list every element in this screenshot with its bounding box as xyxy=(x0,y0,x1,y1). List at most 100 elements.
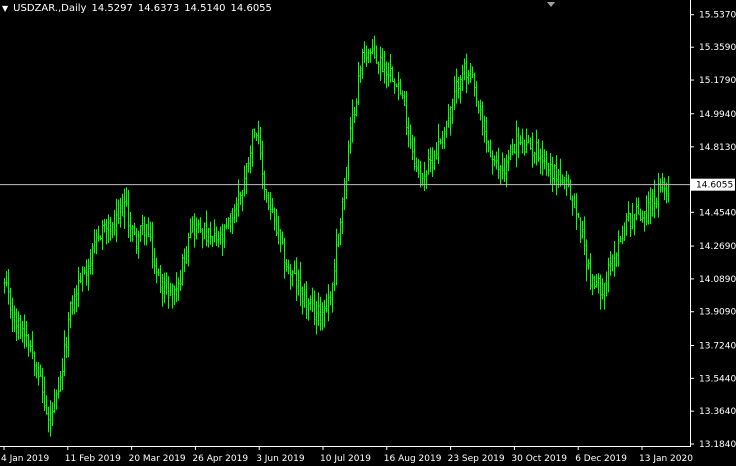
ohlc-bar xyxy=(473,72,476,97)
ohlc-bar xyxy=(239,191,242,206)
ohlc-bar xyxy=(325,293,328,313)
ohlc-bar xyxy=(85,259,88,286)
ohlc-bar xyxy=(535,129,538,166)
ohlc-high: 14.6373 xyxy=(137,3,180,14)
ohlc-bar xyxy=(651,189,654,217)
ohlc-bar xyxy=(31,331,34,360)
ohlc-bar xyxy=(109,216,112,241)
ohlc-bar xyxy=(93,229,96,254)
ohlc-bar xyxy=(257,120,260,145)
ohlc-bar xyxy=(137,230,140,259)
ohlc-bar xyxy=(409,124,412,149)
ohlc-bar xyxy=(609,251,612,276)
ohlc-bar xyxy=(401,90,404,100)
ohlc-bar xyxy=(89,249,92,275)
ohlc-bar xyxy=(313,290,316,326)
ohlc-bar xyxy=(529,137,532,150)
ohlc-bar xyxy=(279,229,282,253)
ohlc-bar xyxy=(655,197,658,209)
ohlc-bar xyxy=(343,178,346,210)
ohlc-bar xyxy=(121,193,124,217)
ohlc-bar xyxy=(569,179,572,201)
ohlc-bar xyxy=(591,274,594,296)
ohlc-bar xyxy=(113,209,116,236)
ohlc-bar xyxy=(573,193,576,209)
ohlc-bar xyxy=(175,272,178,303)
y-tick-label: 14.4540 xyxy=(699,208,736,218)
ohlc-bar xyxy=(99,235,102,241)
ohlc-bar xyxy=(563,176,566,190)
ohlc-bar xyxy=(481,101,484,136)
dropdown-triangle-icon[interactable]: ▼ xyxy=(2,4,8,13)
ohlc-bar xyxy=(79,272,82,284)
ohlc-bar xyxy=(331,282,334,313)
ohlc-bar xyxy=(603,282,606,310)
ohlc-bar xyxy=(561,174,564,186)
ohlc-bar xyxy=(589,253,592,290)
ohlc-bar xyxy=(545,151,548,176)
ohlc-bar xyxy=(223,224,226,249)
ohlc-bar xyxy=(657,172,660,218)
ohlc-bar xyxy=(73,288,76,315)
ohlc-bar xyxy=(119,197,122,228)
x-tick-label: 10 Jul 2019 xyxy=(320,454,371,464)
ohlc-bar xyxy=(633,214,636,236)
ohlc-bar xyxy=(231,207,234,234)
ohlc-bar xyxy=(33,351,36,377)
ohlc-bar xyxy=(47,406,50,433)
ohlc-bar xyxy=(311,287,314,313)
ohlc-bar xyxy=(583,216,586,255)
ohlc-bar xyxy=(297,269,300,296)
ohlc-bar xyxy=(467,69,470,85)
ohlc-bar xyxy=(115,198,118,243)
ohlc-bar xyxy=(605,271,608,297)
ohlc-bar xyxy=(289,264,292,290)
ohlc-bar xyxy=(503,157,506,182)
ohlc-bar xyxy=(637,197,640,215)
ohlc-bar xyxy=(555,155,558,196)
ohlc-bar xyxy=(141,214,144,236)
ohlc-bar xyxy=(159,265,162,294)
ohlc-bar xyxy=(523,139,526,156)
ohlc-bar xyxy=(291,270,294,287)
ohlc-bar xyxy=(571,195,574,216)
ohlc-bar xyxy=(623,222,626,241)
ohlc-bar xyxy=(451,98,454,124)
ohlc-bar xyxy=(149,221,152,242)
ohlc-bar xyxy=(515,120,518,168)
price-chart[interactable]: 15.5370 15.3590 15.1790 14.9940 14.8130 14.45… xyxy=(0,0,736,466)
ohlc-bar xyxy=(215,226,218,246)
ohlc-bar xyxy=(19,314,22,339)
ohlc-bar xyxy=(497,147,500,179)
ohlc-bar xyxy=(255,132,258,142)
ohlc-bar xyxy=(71,295,74,315)
ohlc-bar xyxy=(91,242,94,275)
ohlc-bar xyxy=(487,140,490,153)
ohlc-bar xyxy=(333,258,336,292)
ohlc-bar xyxy=(177,277,180,301)
ohlc-bar xyxy=(575,193,578,230)
ohlc-bar xyxy=(431,147,434,177)
ohlc-bar xyxy=(601,278,604,300)
ohlc-bar xyxy=(213,219,216,243)
ohlc-bar xyxy=(87,258,90,291)
ohlc-bar xyxy=(421,172,424,186)
ohlc-bar xyxy=(531,132,534,168)
ohlc-bar xyxy=(395,83,398,88)
scroll-marker-icon[interactable] xyxy=(547,2,555,7)
y-tick-label: 13.3640 xyxy=(699,407,736,417)
ohlc-bar xyxy=(405,91,408,136)
ohlc-bar xyxy=(547,162,550,177)
ohlc-bar xyxy=(77,267,80,308)
ohlc-bar xyxy=(75,285,78,313)
ohlc-bar xyxy=(645,195,648,226)
ohlc-bar xyxy=(273,207,276,231)
ohlc-bar xyxy=(543,149,546,170)
x-tick-label: 6 Dec 2019 xyxy=(575,454,627,464)
ohlc-bar xyxy=(135,228,138,254)
ohlc-bar xyxy=(597,273,600,294)
ohlc-bar xyxy=(171,283,174,309)
ohlc-bar xyxy=(143,216,146,246)
x-axis: 4 Jan 2019 11 Feb 2019 20 Mar 2019 26 Apr 2… xyxy=(1,446,693,464)
ohlc-bar xyxy=(483,115,486,143)
